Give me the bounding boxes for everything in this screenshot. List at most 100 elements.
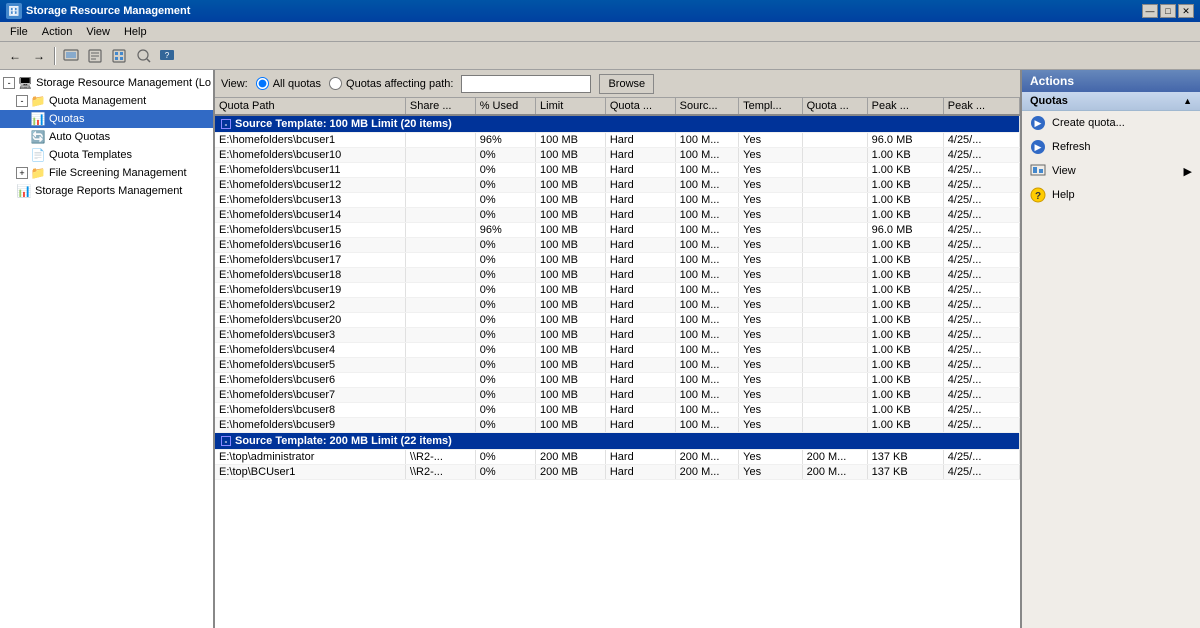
table-row[interactable]: E:\homefolders\bcuser180%100 MBHard100 M…: [215, 268, 1020, 283]
toolbar-btn-1[interactable]: [60, 45, 82, 67]
table-row[interactable]: E:\homefolders\bcuser50%100 MBHard100 M.…: [215, 358, 1020, 373]
table-row[interactable]: E:\homefolders\bcuser120%100 MBHard100 M…: [215, 178, 1020, 193]
browse-button[interactable]: Browse: [599, 74, 654, 94]
table-row[interactable]: E:\homefolders\bcuser190%100 MBHard100 M…: [215, 283, 1020, 298]
table-cell: Hard: [605, 388, 675, 403]
maximize-button[interactable]: □: [1160, 4, 1176, 18]
table-cell: 100 MB: [536, 238, 606, 253]
menu-view[interactable]: View: [80, 24, 116, 40]
action-create-quota[interactable]: ▶ Create quota...: [1022, 111, 1200, 135]
action-help[interactable]: ? Help: [1022, 183, 1200, 207]
radio-quotas-path[interactable]: Quotas affecting path:: [329, 77, 453, 90]
back-button[interactable]: ←: [4, 45, 26, 67]
col-share[interactable]: Share ...: [405, 98, 475, 115]
table-cell: E:\homefolders\bcuser11: [215, 163, 405, 178]
table-cell: Hard: [605, 133, 675, 148]
col-quota-type[interactable]: Quota ...: [605, 98, 675, 115]
radio-all-quotas[interactable]: All quotas: [256, 77, 321, 90]
table-cell: [802, 328, 867, 343]
toolbar-btn-5[interactable]: ?: [156, 45, 178, 67]
table-cell: 100 M...: [675, 283, 738, 298]
tree-expander-quota-mgmt[interactable]: -: [16, 95, 28, 107]
actions-section-quotas[interactable]: Quotas ▲: [1022, 92, 1200, 111]
table-row[interactable]: E:\homefolders\bcuser170%100 MBHard100 M…: [215, 253, 1020, 268]
toolbar-btn-3[interactable]: [108, 45, 130, 67]
tree-item-auto-quotas[interactable]: 🔄 Auto Quotas: [0, 128, 213, 146]
table-cell: [405, 223, 475, 238]
menu-help[interactable]: Help: [118, 24, 153, 40]
table-cell: E:\homefolders\bcuser14: [215, 208, 405, 223]
table-row[interactable]: E:\top\BCUser1\\R2-...0%200 MBHard200 M.…: [215, 465, 1020, 480]
group-header-row-0[interactable]: -Source Template: 100 MB Limit (20 items…: [215, 115, 1020, 133]
col-template[interactable]: Templ...: [739, 98, 802, 115]
tree-label-quota-mgmt: Quota Management: [49, 95, 146, 107]
toolbar-btn-2[interactable]: [84, 45, 106, 67]
minimize-button[interactable]: —: [1142, 4, 1158, 18]
table-cell: Hard: [605, 178, 675, 193]
menu-file[interactable]: File: [4, 24, 34, 40]
tree-item-quota-templates[interactable]: 📄 Quota Templates: [0, 146, 213, 164]
quota-path-input[interactable]: [461, 75, 591, 93]
toolbar-btn-4[interactable]: [132, 45, 154, 67]
table-cell: 4/25/...: [943, 418, 1019, 433]
table-cell: 0%: [475, 373, 535, 388]
tree-expander-root[interactable]: -: [3, 77, 15, 89]
col-limit[interactable]: Limit: [536, 98, 606, 115]
radio-quotas-path-input[interactable]: [329, 77, 342, 90]
table-row[interactable]: E:\homefolders\bcuser40%100 MBHard100 M.…: [215, 343, 1020, 358]
table-row[interactable]: E:\homefolders\bcuser80%100 MBHard100 M.…: [215, 403, 1020, 418]
table-cell: E:\homefolders\bcuser16: [215, 238, 405, 253]
table-row[interactable]: E:\top\administrator\\R2-...0%200 MBHard…: [215, 450, 1020, 465]
col-peak1[interactable]: Peak ...: [867, 98, 943, 115]
close-button[interactable]: ✕: [1178, 4, 1194, 18]
action-refresh[interactable]: ▶ Refresh: [1022, 135, 1200, 159]
table-row[interactable]: E:\homefolders\bcuser90%100 MBHard100 M.…: [215, 418, 1020, 433]
app-icon: 🗄: [6, 3, 22, 19]
table-cell: [802, 298, 867, 313]
folder-icon-quota: 📁: [30, 93, 46, 109]
table-body: -Source Template: 100 MB Limit (20 items…: [215, 115, 1020, 480]
col-quota-path[interactable]: Quota Path: [215, 98, 405, 115]
action-view[interactable]: View ▶: [1022, 159, 1200, 183]
table-row[interactable]: E:\homefolders\bcuser110%100 MBHard100 M…: [215, 163, 1020, 178]
radio-all-quotas-input[interactable]: [256, 77, 269, 90]
tree-label-quota-templates: Quota Templates: [49, 149, 132, 161]
table-row[interactable]: E:\homefolders\bcuser130%100 MBHard100 M…: [215, 193, 1020, 208]
col-quota2[interactable]: Quota ...: [802, 98, 867, 115]
table-row[interactable]: E:\homefolders\bcuser100%100 MBHard100 M…: [215, 148, 1020, 163]
quota-table-container[interactable]: Quota Path Share ... % Used Limit Quota …: [215, 98, 1020, 628]
table-cell: Yes: [739, 208, 802, 223]
tree-item-quota-mgmt[interactable]: - 📁 Quota Management: [0, 92, 213, 110]
table-row[interactable]: E:\homefolders\bcuser20%100 MBHard100 M.…: [215, 298, 1020, 313]
tree-item-file-screening[interactable]: + 📁 File Screening Management: [0, 164, 213, 182]
table-cell: 200 M...: [802, 465, 867, 480]
table-row[interactable]: E:\homefolders\bcuser160%100 MBHard100 M…: [215, 238, 1020, 253]
group-header-row-1[interactable]: -Source Template: 200 MB Limit (22 items…: [215, 433, 1020, 450]
forward-button[interactable]: →: [28, 45, 50, 67]
table-cell: [405, 313, 475, 328]
table-row[interactable]: E:\homefolders\bcuser196%100 MBHard100 M…: [215, 133, 1020, 148]
col-source[interactable]: Sourc...: [675, 98, 738, 115]
table-cell: Hard: [605, 208, 675, 223]
table-cell: E:\homefolders\bcuser10: [215, 148, 405, 163]
tree-expander-file-screening[interactable]: +: [16, 167, 28, 179]
table-cell: 96%: [475, 133, 535, 148]
tree-item-root[interactable]: - 🖥 Storage Resource Management (Lo: [0, 74, 213, 92]
table-cell: Yes: [739, 313, 802, 328]
table-cell: 100 M...: [675, 373, 738, 388]
tree-item-storage-reports[interactable]: 📊 Storage Reports Management: [0, 182, 213, 200]
table-row[interactable]: E:\homefolders\bcuser1596%100 MBHard100 …: [215, 223, 1020, 238]
table-row[interactable]: E:\homefolders\bcuser30%100 MBHard100 M.…: [215, 328, 1020, 343]
table-row[interactable]: E:\homefolders\bcuser140%100 MBHard100 M…: [215, 208, 1020, 223]
tree-item-quotas[interactable]: 📊 Quotas: [0, 110, 213, 128]
table-row[interactable]: E:\homefolders\bcuser60%100 MBHard100 M.…: [215, 373, 1020, 388]
table-cell: 4/25/...: [943, 148, 1019, 163]
table-cell: 1.00 KB: [867, 148, 943, 163]
col-peak2[interactable]: Peak ...: [943, 98, 1019, 115]
table-cell: E:\homefolders\bcuser12: [215, 178, 405, 193]
table-cell: Yes: [739, 148, 802, 163]
table-row[interactable]: E:\homefolders\bcuser70%100 MBHard100 M.…: [215, 388, 1020, 403]
menu-action[interactable]: Action: [36, 24, 79, 40]
col-pct-used[interactable]: % Used: [475, 98, 535, 115]
table-row[interactable]: E:\homefolders\bcuser200%100 MBHard100 M…: [215, 313, 1020, 328]
